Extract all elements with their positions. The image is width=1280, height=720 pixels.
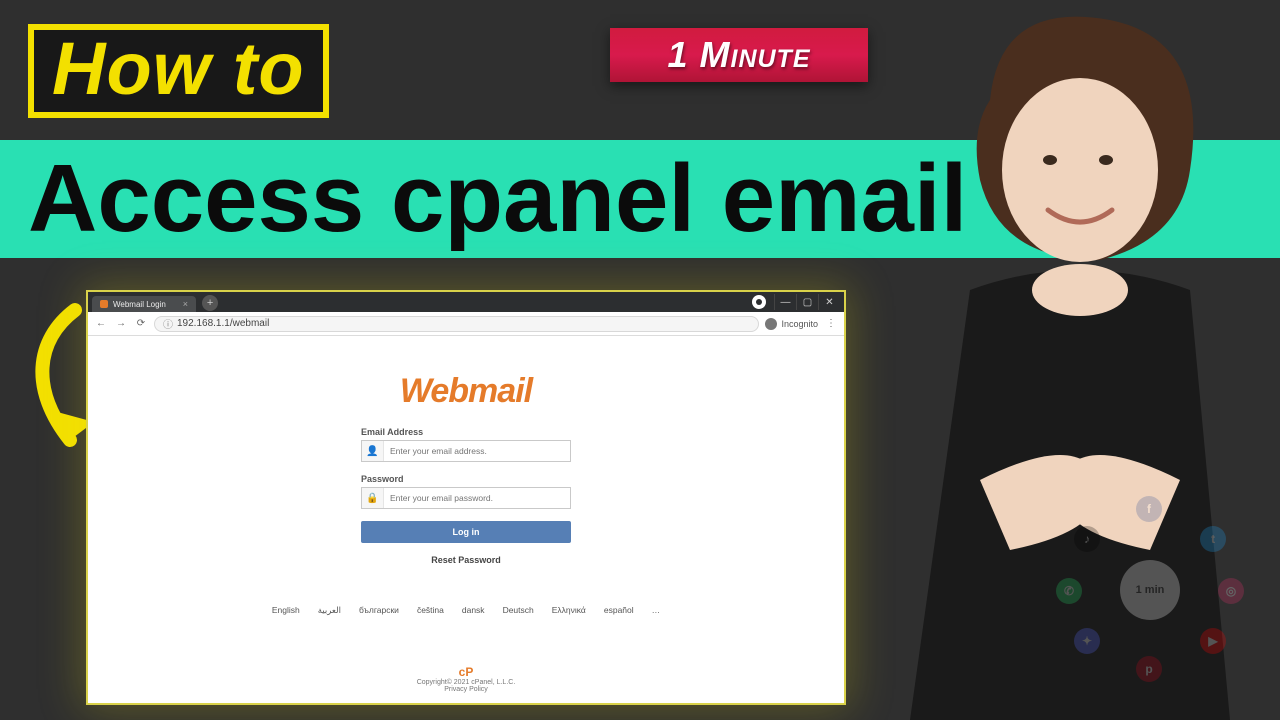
page-footer: cP Copyright© 2021 cPanel, L.L.C. Privac… — [417, 665, 516, 693]
lang-option[interactable]: dansk — [462, 605, 485, 616]
watermark-core-label: 1 min — [1120, 560, 1180, 620]
discord-icon: ✦ — [1074, 628, 1100, 654]
reset-password-link[interactable]: Reset Password — [361, 555, 571, 565]
browser-tab[interactable]: Webmail Login × — [92, 296, 196, 312]
login-form: Email Address 👤 Password 🔒 Log in Reset … — [361, 427, 571, 565]
tiktok-icon: ♪ — [1074, 526, 1100, 552]
tab-title: Webmail Login — [113, 300, 166, 309]
browser-menu-button[interactable]: ⋮ — [824, 318, 838, 329]
facebook-icon: f — [1136, 496, 1162, 522]
recording-indicator-icon — [752, 295, 766, 309]
email-field-wrap: 👤 — [361, 440, 571, 462]
incognito-label: Incognito — [781, 319, 818, 329]
window-minimize-button[interactable]: — — [774, 294, 796, 310]
lang-option[interactable]: Deutsch — [503, 605, 534, 616]
password-field-wrap: 🔒 — [361, 487, 571, 509]
webmail-login-page: Webmail Email Address 👤 Password 🔒 Log i… — [88, 336, 844, 703]
password-label: Password — [361, 474, 571, 484]
nav-reload-icon[interactable]: ⟳ — [134, 318, 148, 329]
email-label: Email Address — [361, 427, 571, 437]
channel-watermark-icon: 1 min f t ◎ ▶ p ✦ ✆ ♪ — [1060, 500, 1240, 680]
nav-back-icon[interactable]: ← — [94, 318, 108, 329]
incognito-indicator: Incognito — [765, 318, 818, 330]
howto-badge: How to — [28, 24, 329, 118]
copyright-text: Copyright© 2021 cPanel, L.L.C. — [417, 679, 516, 686]
howto-label: How to — [52, 32, 305, 106]
browser-titlebar: Webmail Login × + — ▢ ✕ — [88, 292, 844, 312]
whatsapp-icon: ✆ — [1056, 578, 1082, 604]
user-icon: 👤 — [362, 441, 384, 461]
one-minute-badge: 1 Minute — [610, 28, 868, 82]
lang-option[interactable]: español — [604, 605, 634, 616]
twitter-icon: t — [1200, 526, 1226, 552]
new-tab-button[interactable]: + — [202, 295, 218, 311]
browser-window: Webmail Login × + — ▢ ✕ ← → ⟳ ⓘ 192.168.… — [86, 290, 846, 705]
privacy-link[interactable]: Privacy Policy — [417, 686, 516, 693]
pinterest-icon: p — [1136, 656, 1162, 682]
window-maximize-button[interactable]: ▢ — [796, 294, 818, 310]
email-input[interactable] — [384, 446, 570, 456]
window-close-button[interactable]: ✕ — [818, 294, 840, 310]
url-text: 192.168.1.1/webmail — [177, 318, 269, 329]
incognito-icon — [765, 318, 777, 330]
lang-option[interactable]: български — [359, 605, 399, 616]
lang-option[interactable]: English — [272, 605, 300, 616]
youtube-icon: ▶ — [1200, 628, 1226, 654]
password-input[interactable] — [384, 493, 570, 503]
nav-forward-icon[interactable]: → — [114, 318, 128, 329]
login-button[interactable]: Log in — [361, 521, 571, 543]
tab-close-icon[interactable]: × — [183, 299, 188, 309]
lang-option[interactable]: čeština — [417, 605, 444, 616]
webmail-logo: Webmail — [400, 372, 532, 411]
one-minute-label: 1 Minute — [667, 34, 810, 76]
address-input[interactable]: ⓘ 192.168.1.1/webmail — [154, 316, 759, 332]
lang-more[interactable]: … — [652, 605, 661, 616]
lang-option[interactable]: Ελληνικά — [552, 605, 586, 616]
lock-icon: 🔒 — [362, 488, 384, 508]
site-info-icon[interactable]: ⓘ — [163, 316, 173, 331]
browser-address-bar: ← → ⟳ ⓘ 192.168.1.1/webmail Incognito ⋮ — [88, 312, 844, 336]
language-selector: English العربية български čeština dansk … — [272, 605, 660, 616]
lang-option[interactable]: العربية — [318, 605, 341, 616]
instagram-icon: ◎ — [1218, 578, 1244, 604]
tab-favicon-icon — [100, 300, 108, 308]
cpanel-logo: cP — [417, 665, 516, 679]
